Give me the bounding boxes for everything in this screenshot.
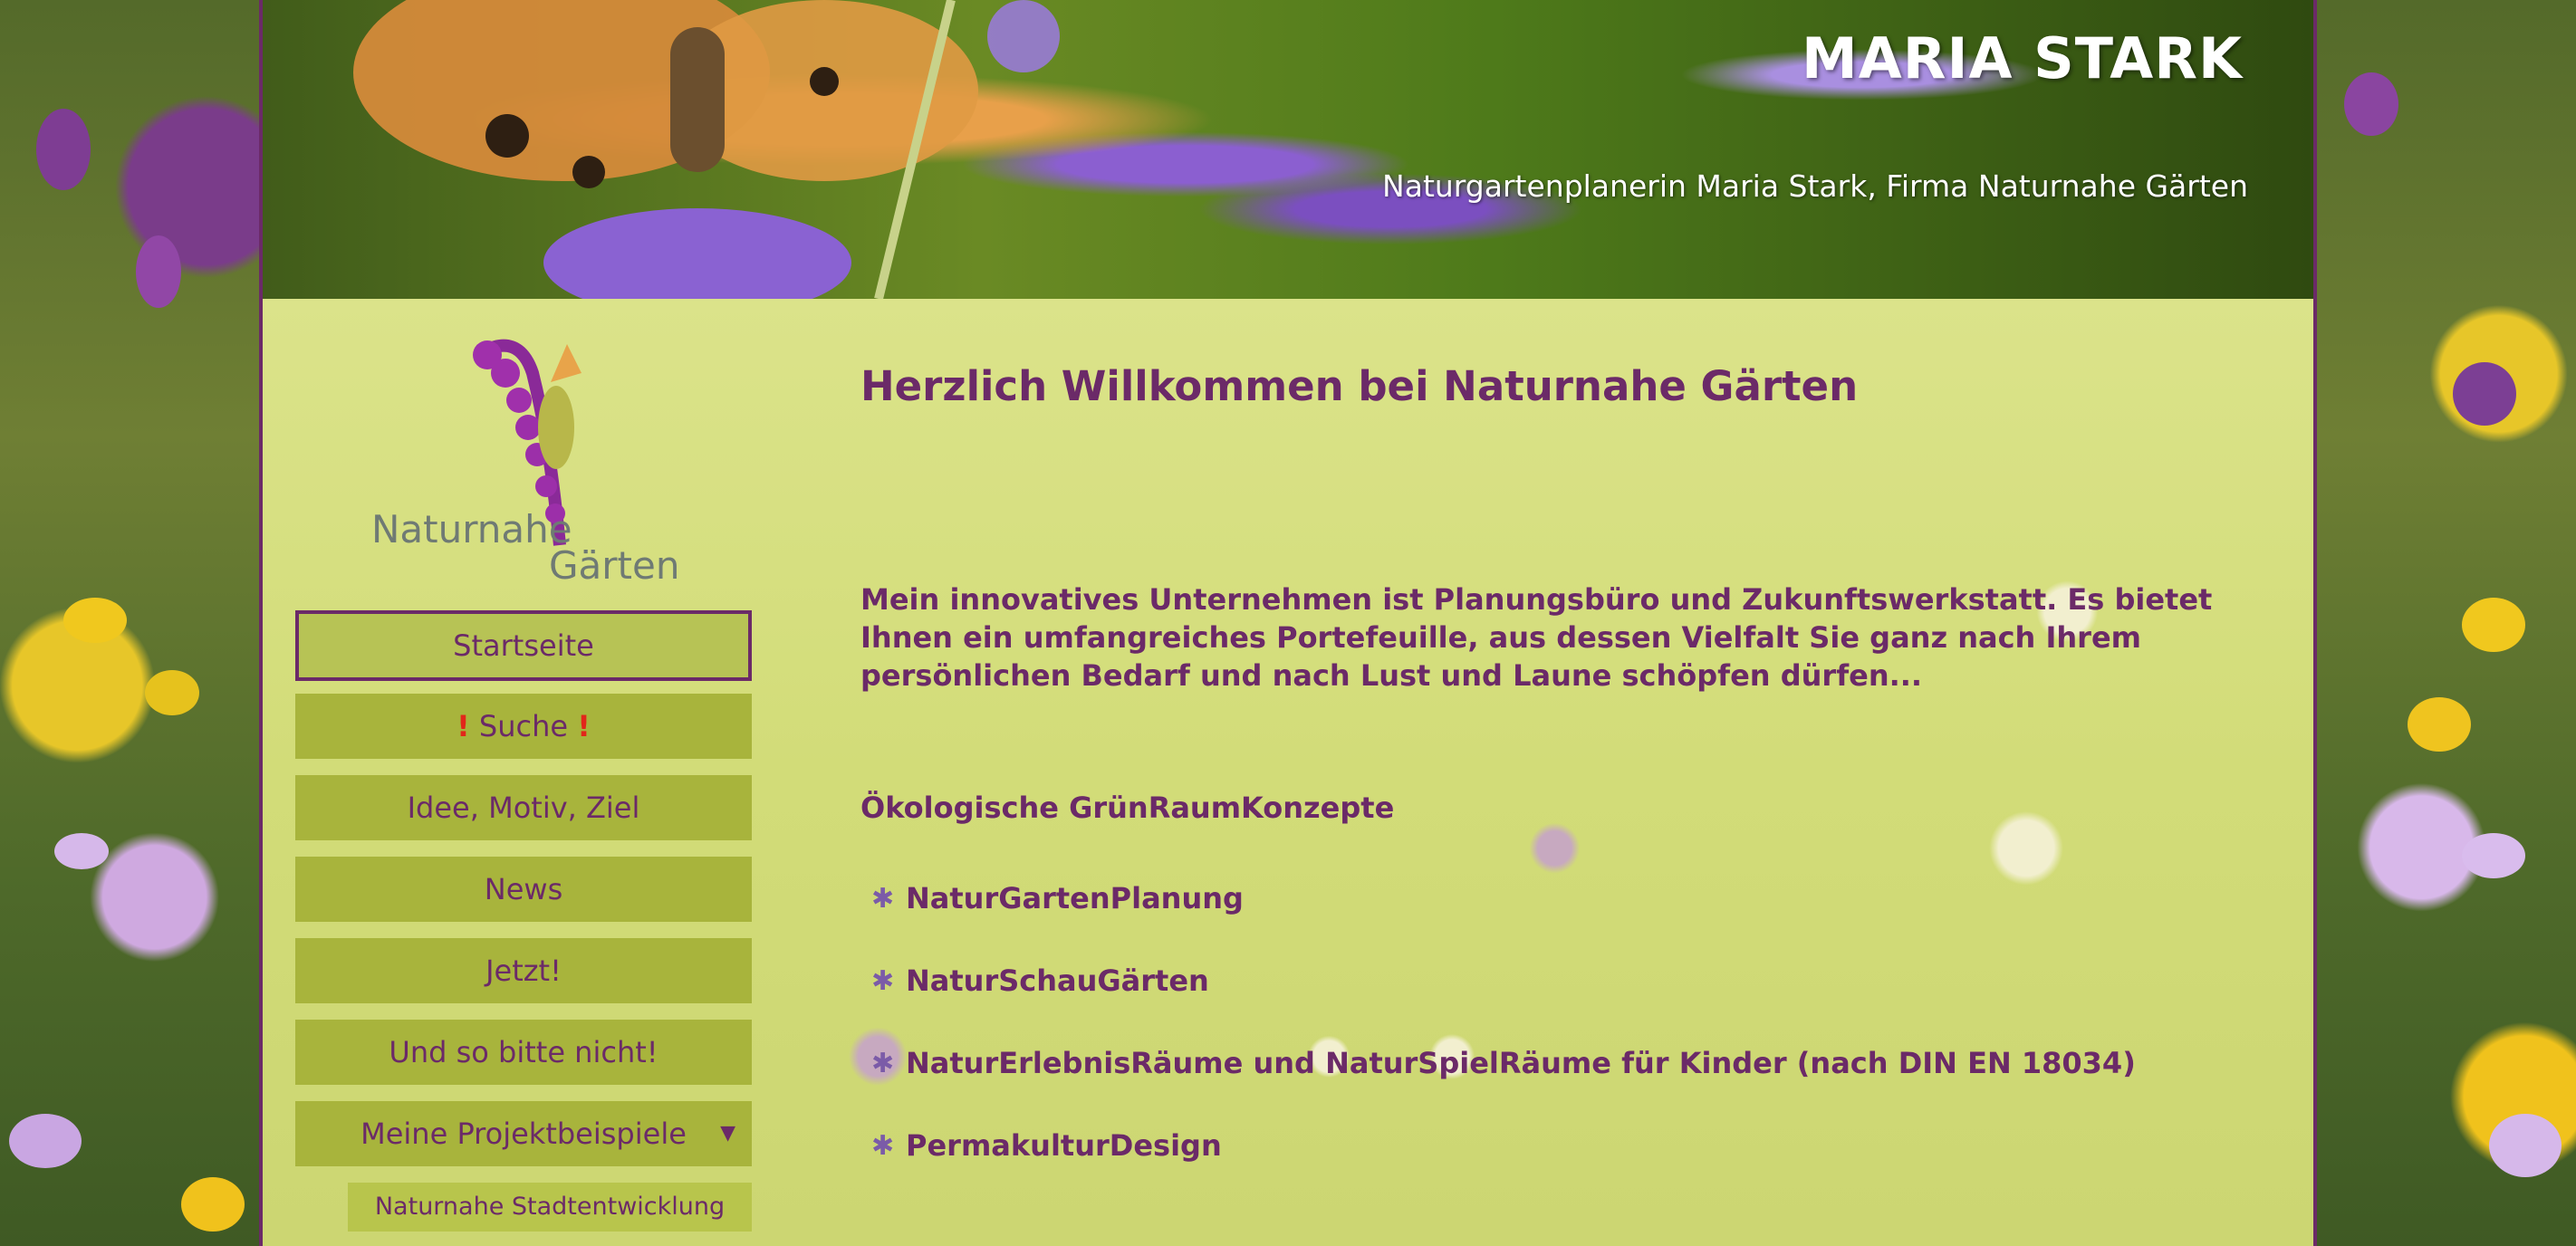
flower-decoration xyxy=(54,833,109,869)
purple-flower-icon: ✱ xyxy=(871,882,895,915)
right-flower-border xyxy=(2317,0,2576,1246)
flower-decoration xyxy=(2453,362,2516,426)
flower-decoration xyxy=(36,109,91,190)
site-title: MARIA STARK xyxy=(1802,25,2243,91)
subnav-item-label: Naturnahe Stadtentwicklung xyxy=(374,1193,726,1221)
list-item[interactable]: ✱ NaturGartenPlanung xyxy=(871,877,2237,919)
list-item[interactable]: ✱ PermakulturDesign xyxy=(871,1125,2237,1166)
purple-flower-icon: ✱ xyxy=(871,1047,895,1079)
flower-decoration xyxy=(9,1114,82,1168)
page-title: Herzlich Willkommen bei Naturnahe Gärten xyxy=(860,362,1859,410)
nav-item-label: Meine Projektbeispiele xyxy=(360,1117,687,1151)
nav-item-label: Und so bitte nicht! xyxy=(389,1035,658,1069)
nav-item-und-so-bitte-nicht[interactable]: Und so bitte nicht! xyxy=(295,1020,752,1085)
list-item-label: NaturGartenPlanung xyxy=(906,881,1244,915)
logo-text-line2: Gärten xyxy=(549,543,680,588)
flower-decoration xyxy=(2462,833,2525,878)
nav-item-suche[interactable]: ! Suche ! xyxy=(295,694,752,759)
flower-decoration xyxy=(136,235,181,308)
list-item-label: NaturSchauGärten xyxy=(906,963,1209,998)
purple-flower-icon: ✱ xyxy=(871,964,895,997)
nav-item-jetzt[interactable]: Jetzt! xyxy=(295,938,752,1003)
nav-item-label: Startseite xyxy=(453,628,594,663)
nav-item-label: News xyxy=(484,872,563,906)
alert-icon: ! xyxy=(577,709,591,743)
flower-decoration xyxy=(2408,697,2471,752)
flower-decoration xyxy=(2462,598,2525,652)
nav-item-idee[interactable]: Idee, Motiv, Ziel xyxy=(295,775,752,840)
nav-item-label: Suche xyxy=(478,709,569,743)
flower-decoration xyxy=(145,670,199,715)
list-item[interactable]: ✱ NaturSchauGärten xyxy=(871,960,2237,1002)
alert-icon: ! xyxy=(457,709,470,743)
nav-item-projektbeispiele[interactable]: Meine Projektbeispiele ▼ xyxy=(295,1101,752,1166)
left-flower-border xyxy=(0,0,259,1246)
subnav-item-stadtentwicklung[interactable]: Naturnahe Stadtentwicklung xyxy=(348,1183,752,1232)
main-navigation: Startseite ! Suche ! Idee, Motiv, Ziel N… xyxy=(295,610,752,1232)
flower-decoration xyxy=(2489,1114,2562,1177)
nav-item-news[interactable]: News xyxy=(295,857,752,922)
main-content: Herzlich Willkommen bei Naturnahe Gärten… xyxy=(860,362,2237,1207)
flower-decoration xyxy=(181,1177,245,1232)
nav-item-label: Idee, Motiv, Ziel xyxy=(407,791,640,825)
site-subtitle: Naturgartenplanerin Maria Stark, Firma N… xyxy=(1382,168,2248,204)
list-item-label: PermakulturDesign xyxy=(906,1128,1222,1163)
flower-decoration xyxy=(2344,72,2398,136)
list-item-label: NaturErlebnisRäume und NaturSpielRäume f… xyxy=(906,1046,2136,1080)
header-banner: MARIA STARK Naturgartenplanerin Maria St… xyxy=(263,0,2313,299)
page-wrapper: MARIA STARK Naturgartenplanerin Maria St… xyxy=(259,0,2317,1246)
list-item[interactable]: ✱ NaturErlebnisRäume und NaturSpielRäume… xyxy=(871,1042,2237,1084)
logo-text-line1: Naturnahe xyxy=(371,507,572,551)
caret-down-icon: ▼ xyxy=(720,1122,735,1145)
nav-item-startseite[interactable]: Startseite xyxy=(295,610,752,681)
section-subheading: Ökologische GrünRaumKonzepte xyxy=(860,791,1395,825)
flower-decoration xyxy=(63,598,127,643)
nav-item-label: Jetzt! xyxy=(485,954,562,988)
purple-flower-icon: ✱ xyxy=(871,1129,895,1162)
butterfly-icon xyxy=(353,0,1060,299)
intro-paragraph: Mein innovatives Unternehmen ist Planung… xyxy=(860,582,2213,693)
service-list: ✱ NaturGartenPlanung ✱ NaturSchauGärten … xyxy=(860,877,2237,1166)
